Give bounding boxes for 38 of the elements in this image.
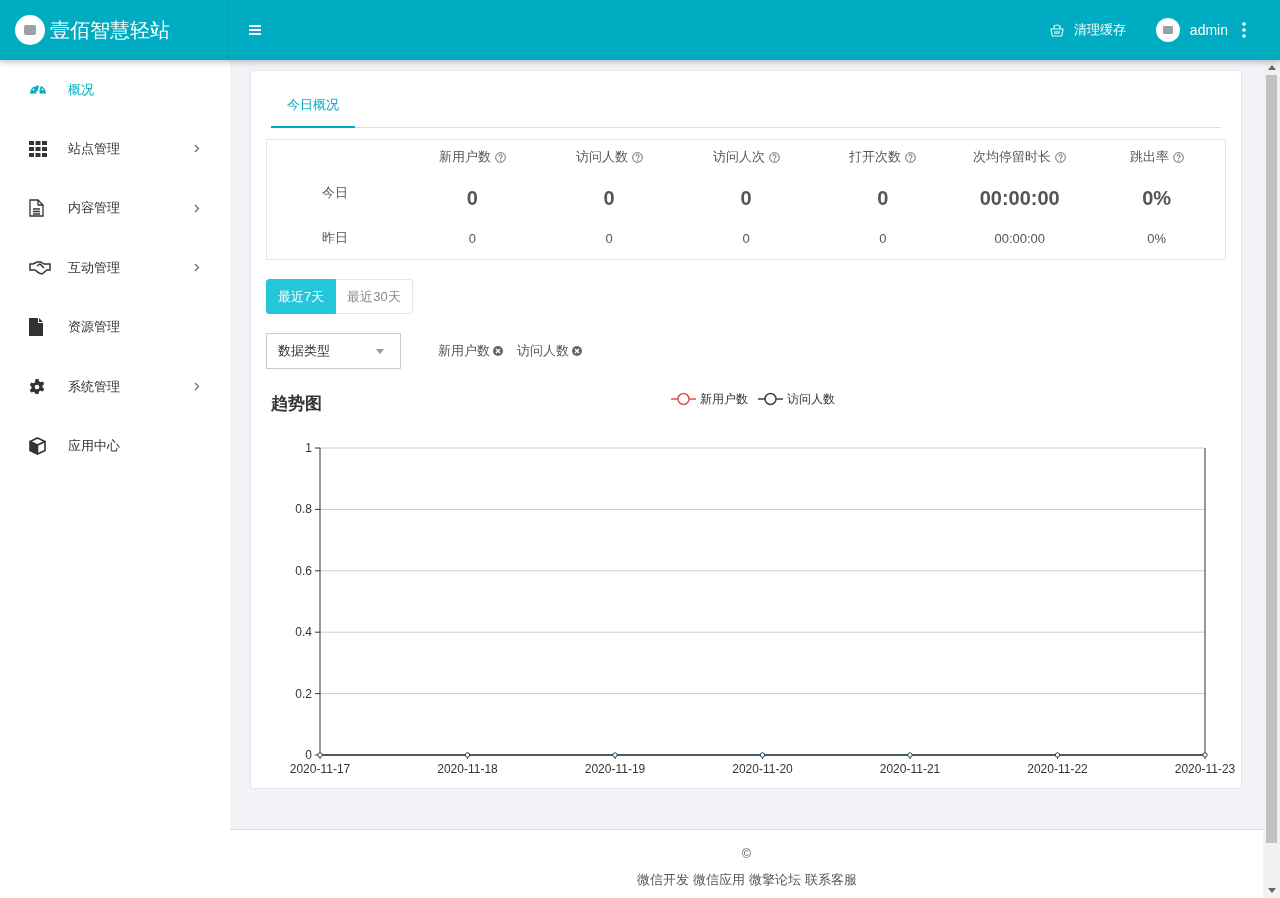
- brand-name: 壹佰智慧轻站: [50, 17, 170, 43]
- x-tick-label: 2020-11-17: [289, 762, 351, 776]
- yesterday-value: 0%: [1147, 230, 1166, 246]
- yesterday-value: 0: [879, 230, 887, 246]
- column-header: 访问人数: [575, 148, 628, 166]
- filter-tag: 访问人数: [517, 342, 582, 360]
- column-header: 打开次数: [849, 148, 902, 166]
- x-tick-label: 2020-11-19: [584, 762, 646, 776]
- x-tick-label: 2020-11-21: [879, 762, 941, 776]
- x-tick-label: 2020-11-18: [437, 762, 498, 776]
- today-value: 0: [466, 186, 478, 210]
- yesterday-value: 00:00:00: [994, 230, 1046, 246]
- column-header: 次均停留时长: [973, 148, 1052, 166]
- column-header: 跳出率: [1129, 148, 1169, 166]
- row-label: 今日: [322, 184, 349, 202]
- y-tick-label: 0.2: [295, 686, 312, 701]
- today-value: 0: [740, 186, 752, 210]
- copyright-text: ©: [742, 847, 751, 861]
- y-tick-label: 0.4: [295, 625, 312, 640]
- yesterday-value: 0: [468, 230, 476, 246]
- y-tick-label: 0.8: [295, 502, 312, 517]
- y-tick-label: 0: [305, 748, 312, 762]
- column-header: 新用户数: [438, 148, 491, 166]
- y-tick-label: 1: [305, 441, 312, 455]
- today-value: 00:00:00: [979, 186, 1060, 210]
- filter-tag: 新用户数: [438, 342, 503, 360]
- row-label: 昨日: [322, 229, 349, 247]
- y-tick-label: 0.6: [295, 563, 312, 578]
- x-tick-label: 2020-11-22: [1027, 762, 1088, 776]
- yesterday-value: 0: [605, 230, 613, 246]
- column-header: 访问人次: [712, 148, 765, 166]
- x-tick-label: 2020-11-23: [1174, 762, 1236, 776]
- today-value: 0: [877, 186, 889, 210]
- today-value: 0%: [1142, 186, 1172, 210]
- yesterday-value: 0: [742, 230, 750, 246]
- chart-title: 趋势图: [271, 392, 323, 415]
- x-tick-label: 2020-11-20: [732, 762, 793, 776]
- today-value: 0: [603, 186, 615, 210]
